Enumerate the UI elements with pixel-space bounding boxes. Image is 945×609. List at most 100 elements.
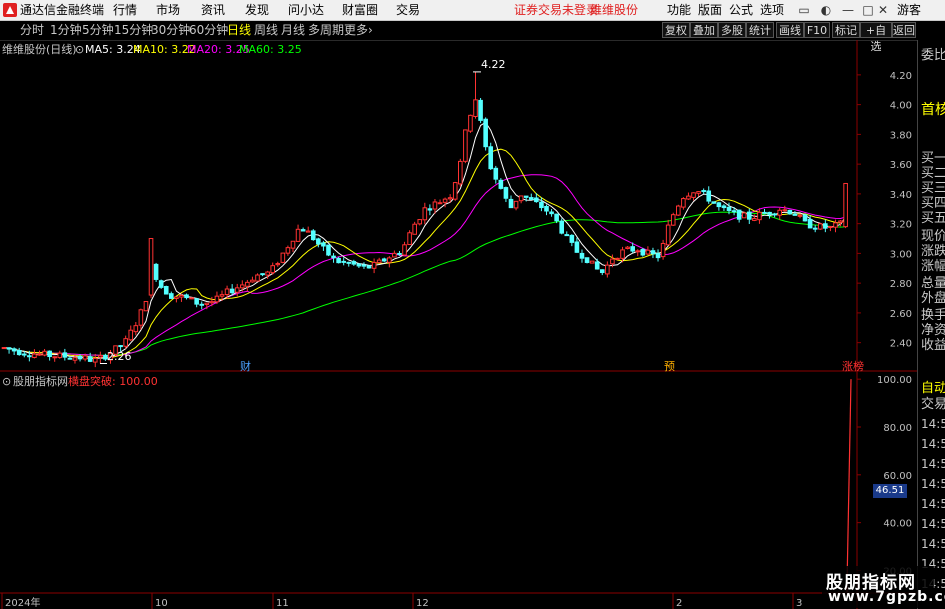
period-tab-15min[interactable]: 15分钟 <box>114 23 153 37</box>
rp-change: 涨跌 <box>921 244 945 259</box>
guest-label[interactable]: 游客 <box>897 3 921 17</box>
chevron-right-icon[interactable]: › <box>368 23 373 37</box>
candle-body-up <box>280 252 286 263</box>
biaoji-button[interactable]: 标记 <box>832 22 860 38</box>
candlestick <box>746 208 752 224</box>
add-watchlist-button[interactable]: +自选 <box>860 22 892 53</box>
candlestick <box>508 195 514 209</box>
marker-zhangting[interactable]: 涨榜 <box>842 360 864 373</box>
candlestick <box>665 219 671 246</box>
candlestick <box>579 249 585 263</box>
candle-body-up <box>270 265 276 274</box>
menu-xuanxiang[interactable]: 选项 <box>760 3 784 17</box>
rp-time-5: 14:5 <box>921 497 945 511</box>
candlestick <box>681 197 686 210</box>
price-tick-label: 3.20 <box>890 220 912 231</box>
menu-jiaoyi[interactable]: 交易 <box>396 3 420 17</box>
candlestick <box>52 356 58 362</box>
marker-yu[interactable]: 预 <box>664 360 675 373</box>
candlestick <box>42 348 47 357</box>
rp-trade[interactable]: 交易 <box>921 397 945 412</box>
marker-cai[interactable]: 财 <box>240 360 251 373</box>
period-tab-60min[interactable]: 60分钟 <box>189 23 228 37</box>
period-tab-more[interactable]: 更多 <box>344 23 368 37</box>
candlestick <box>143 301 149 312</box>
duogu-button[interactable]: 多股 <box>718 22 746 38</box>
rp-change-pct: 涨幅 <box>921 259 945 274</box>
minimize-icon[interactable]: — <box>840 2 856 18</box>
candlestick <box>336 256 341 264</box>
candle-body-up <box>204 302 210 305</box>
menu-caifuquan[interactable]: 财富圈 <box>342 3 378 17</box>
candle-body-up <box>696 191 701 194</box>
candlestick <box>458 158 463 187</box>
toggle-icon[interactable]: ◐ <box>818 2 834 18</box>
candle-body-down <box>787 209 793 215</box>
sub-dropdown-icon[interactable]: ⊙ <box>2 375 11 388</box>
rp-header: 首核 <box>921 102 945 118</box>
candle-body-down <box>346 261 352 264</box>
candlestick <box>635 249 641 257</box>
candlestick <box>792 211 798 216</box>
dropdown-icon[interactable]: ⊙ <box>75 43 84 56</box>
candle-body-up <box>189 297 194 300</box>
candlestick <box>417 219 423 226</box>
candlestick <box>539 197 544 212</box>
close-icon[interactable]: ✕ <box>875 2 891 18</box>
rp-turnover: 换手 <box>921 308 945 323</box>
f10-button[interactable]: F10 <box>804 22 830 38</box>
candlestick <box>544 204 549 216</box>
candle-body-up <box>37 353 42 356</box>
candle-body-up <box>645 249 651 255</box>
period-tab-5min[interactable]: 5分钟 <box>82 23 114 37</box>
period-tab-fenshi[interactable]: 分时 <box>20 23 44 37</box>
candle-body-down <box>321 242 326 247</box>
menu-wenxiaoda[interactable]: 问小达 <box>288 3 324 17</box>
candle-body-up <box>72 357 78 361</box>
stock-link[interactable]: 维维股份 <box>590 3 638 17</box>
period-tab-multi[interactable]: 多周期 <box>308 23 344 37</box>
skin-icon[interactable]: ▭ <box>796 2 812 18</box>
back-button[interactable]: 返回 <box>892 22 916 38</box>
candle-body-down <box>721 205 727 209</box>
maximize-icon[interactable]: □ <box>860 2 876 18</box>
menu-gongneng[interactable]: 功能 <box>667 3 691 17</box>
candlestick <box>169 291 174 299</box>
diejia-button[interactable]: 叠加 <box>690 22 718 38</box>
tongji-button[interactable]: 统计 <box>746 22 774 38</box>
candlestick <box>625 246 630 250</box>
menu-faxian[interactable]: 发现 <box>245 3 269 17</box>
candlestick <box>47 350 52 361</box>
login-notice[interactable]: 证券交易未登录 <box>514 3 598 17</box>
candlestick <box>655 249 661 262</box>
candlestick <box>772 212 777 218</box>
candle-body-down <box>326 244 331 256</box>
candlestick <box>823 219 828 233</box>
period-tab-weekly[interactable]: 周线 <box>254 23 278 37</box>
period-tab-1min[interactable]: 1分钟 <box>50 23 82 37</box>
menu-gongshi[interactable]: 公式 <box>729 3 753 17</box>
candle-body-up <box>817 223 823 230</box>
candle-body-up <box>148 238 154 296</box>
period-tab-monthly[interactable]: 月线 <box>281 23 305 37</box>
candlestick <box>366 265 372 269</box>
fuquan-button[interactable]: 复权 <box>662 22 690 38</box>
candle-body-up <box>250 279 255 283</box>
huaxian-button[interactable]: 画线 <box>776 22 804 38</box>
candlestick <box>569 234 575 247</box>
candle-body-up <box>741 212 747 219</box>
menu-shichang[interactable]: 市场 <box>156 3 180 17</box>
menu-banmian[interactable]: 版面 <box>698 3 722 17</box>
period-tab-daily[interactable]: 日线 <box>227 23 251 37</box>
menu-zixun[interactable]: 资讯 <box>201 3 225 17</box>
candlestick <box>214 291 220 304</box>
candle-body-up <box>757 211 762 221</box>
period-tab-30min[interactable]: 30分钟 <box>151 23 190 37</box>
kline-chart[interactable]: 4.20 4.00 3.80 3.60 3.40 3.20 3.00 2.80 2.60 2.40… <box>0 40 917 609</box>
candlestick <box>361 262 367 269</box>
rp-auto[interactable]: 自动 <box>921 381 945 396</box>
candle-body-down <box>746 211 752 220</box>
candlestick <box>356 263 362 268</box>
menu-hangqing[interactable]: 行情 <box>113 3 137 17</box>
candle-body-up <box>52 356 58 359</box>
